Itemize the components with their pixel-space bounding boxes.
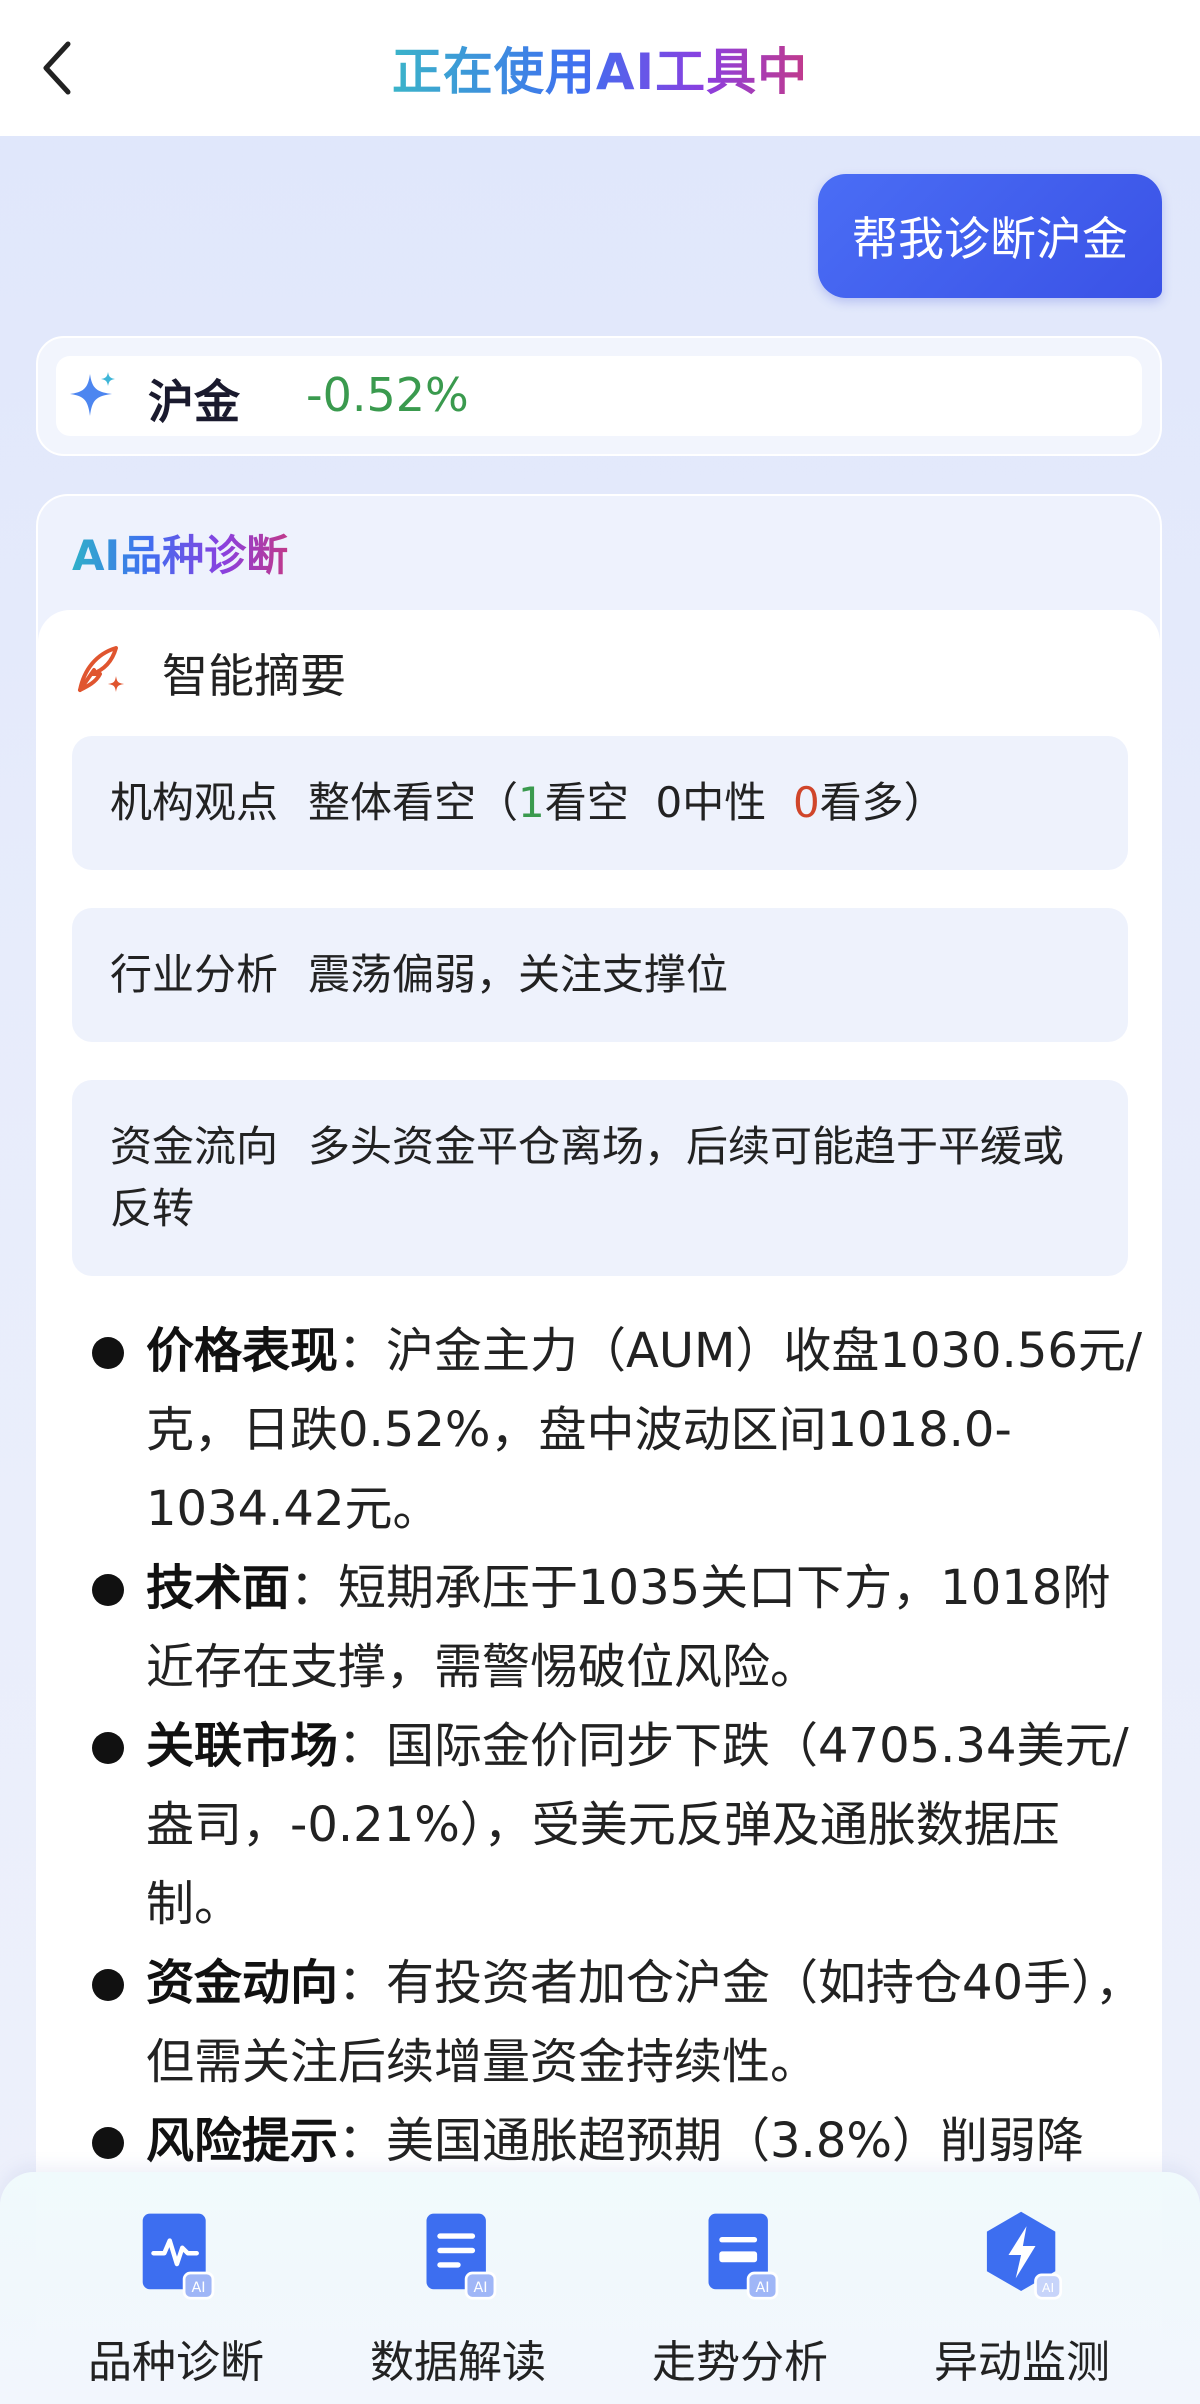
lightning-hexagon-ai-icon: AI <box>986 2211 1063 2300</box>
institution-view-prefix: 整体看空（ <box>308 778 519 827</box>
list-item: 风险提示：美国通胀超预期（3.8%）削弱降 <box>88 2102 1148 2181</box>
card-ai-icon: AI <box>708 2213 779 2300</box>
pulse-chart-ai-icon: AI <box>142 2213 215 2300</box>
user-message-bubble: 帮我诊断沪金 <box>818 174 1162 298</box>
list-item: 价格表现：沪金主力（AUM）收盘1030.56元/克，日跌0.52%，盘中波动区… <box>88 1312 1148 1549</box>
institution-view-label: 机构观点 <box>110 778 279 827</box>
industry-analysis-label: 行业分析 <box>110 950 279 999</box>
bullet-title: 关联市场 <box>146 1718 339 1774</box>
tool-trend-analysis[interactable]: AI 走势分析 <box>610 2210 870 2390</box>
industry-analysis-text: 震荡偏弱，关注支撑位 <box>308 950 729 999</box>
bull-label: 看多） <box>819 778 946 827</box>
smart-summary-title: 智能摘要 <box>162 649 346 703</box>
tool-label: 数据解读 <box>370 2337 546 2388</box>
fund-flow-label: 资金流向 <box>110 1122 279 1171</box>
quill-sparkle-icon <box>78 646 124 692</box>
fund-flow-box: 资金流向 多头资金平仓离场，后续可能趋于平缓或反转 <box>72 1080 1128 1276</box>
tool-label: 异动监测 <box>934 2337 1110 2388</box>
list-item: 技术面：短期承压于1035关口下方，1018附近存在支撑，需警惕破位风险。 <box>88 1549 1148 1707</box>
diagnosis-card-title: AI品种诊断 <box>72 522 288 583</box>
bullet-text: ：美国通胀超预期（3.8%）削弱降 <box>338 2113 1084 2169</box>
list-item: 资金动向：有投资者加仓沪金（如持仓40手），但需关注后续增量资金持续性。 <box>88 1944 1148 2102</box>
bull-count: 0 <box>792 778 820 827</box>
bear-label: 看空 <box>544 778 629 827</box>
neutral-count: 0 <box>655 778 683 827</box>
back-button[interactable] <box>28 38 88 98</box>
bullet-title: 资金动向 <box>146 1955 339 2011</box>
top-bar: 正在使用AI工具中 <box>0 0 1200 136</box>
chevron-left-icon <box>43 41 71 95</box>
tool-label: 走势分析 <box>652 2337 828 2388</box>
tool-data-interpretation[interactable]: AI 数据解读 <box>328 2210 588 2390</box>
quote-symbol-name: 沪金 <box>148 375 240 429</box>
bullet-title: 技术面 <box>146 1560 291 1616</box>
svg-text:AI: AI <box>755 2280 769 2296</box>
svg-text:AI: AI <box>473 2280 487 2296</box>
svg-text:AI: AI <box>191 2280 205 2296</box>
page-title: 正在使用AI工具中 <box>392 32 808 104</box>
document-ai-icon: AI <box>426 2213 497 2300</box>
analysis-bullet-list: 价格表现：沪金主力（AUM）收盘1030.56元/克，日跌0.52%，盘中波动区… <box>88 1312 1148 2181</box>
list-item: 关联市场：国际金价同步下跌（4705.34美元/盎司，-0.21%），受美元反弹… <box>88 1707 1148 1944</box>
bullet-text: ：短期承压于1035关口下方，1018附近存在支撑，需警惕破位风险。 <box>146 1560 1111 1695</box>
neutral-label: 中性 <box>682 778 767 827</box>
tool-variety-diagnosis[interactable]: AI 品种诊断 <box>46 2210 306 2390</box>
svg-text:AI: AI <box>1042 2280 1054 2295</box>
quote-change-percent: -0.52% <box>306 368 469 422</box>
bear-count: 1 <box>518 778 545 827</box>
institution-view-box: 机构观点 整体看空（ 1 看空 0 中性 0 看多） <box>72 736 1128 870</box>
bullet-title: 价格表现 <box>146 1323 339 1379</box>
industry-analysis-box: 行业分析 震荡偏弱，关注支撑位 <box>72 908 1128 1042</box>
tool-anomaly-monitoring[interactable]: AI 异动监测 <box>892 2210 1152 2390</box>
tool-label: 品种诊断 <box>88 2337 264 2388</box>
bullet-title: 风险提示 <box>146 2113 339 2169</box>
sparkle-icon <box>70 372 115 416</box>
